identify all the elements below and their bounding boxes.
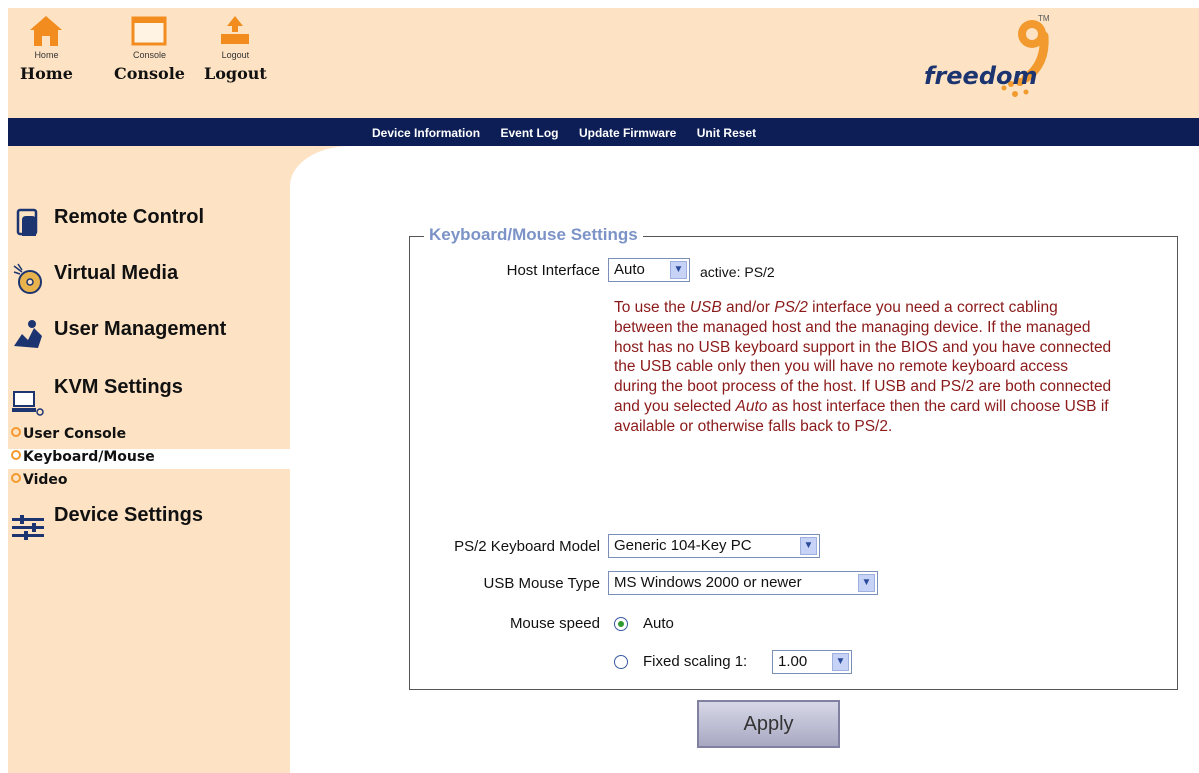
logout-small-label: Logout xyxy=(221,50,250,60)
mouse-speed-label: Mouse speed xyxy=(509,615,600,632)
host-interface-value: Auto xyxy=(614,261,645,278)
sidebar-label-virtual-media: Virtual Media xyxy=(54,262,179,284)
chevron-down-icon: ▼ xyxy=(858,574,875,592)
nav-update-firmware[interactable]: Update Firmware xyxy=(579,126,676,140)
mouse-speed-fixed-radio[interactable] xyxy=(614,655,628,669)
navbar-links: Device Information Event Log Update Firm… xyxy=(372,124,772,142)
logo-wordmark: freedom xyxy=(924,62,1038,90)
sidebar-label-kvm-settings: KVM Settings xyxy=(54,376,183,398)
bullet-icon xyxy=(11,450,21,460)
freedom9-logo: freedom TM xyxy=(918,12,1058,108)
nav-device-information[interactable]: Device Information xyxy=(372,126,480,140)
hand-icon xyxy=(16,208,38,236)
settings-bars-icon xyxy=(12,515,44,540)
sidebar-subitem-label: User Console xyxy=(23,426,127,442)
ps2-keyboard-select[interactable]: Generic 104-Key PC ▼ xyxy=(608,534,820,558)
bullet-icon xyxy=(11,427,21,437)
sidebar-subitem-keyboard-mouse[interactable]: Keyboard/Mouse xyxy=(8,449,290,469)
chevron-down-icon: ▼ xyxy=(800,537,817,555)
users-icon xyxy=(14,320,42,348)
top-navbar: Device Information Event Log Update Firm… xyxy=(8,118,1199,146)
cd-icon xyxy=(13,263,42,294)
mouse-speed-fixed-label: Fixed scaling 1: xyxy=(643,653,748,670)
logout-button[interactable]: Logout Logout xyxy=(204,12,267,83)
sidebar-subitem-label: Video xyxy=(23,472,68,488)
sidebar-curve xyxy=(290,146,410,266)
panel-title: Keyboard/Mouse Settings xyxy=(424,225,643,245)
mouse-speed-fixed-select[interactable]: 1.00 ▼ xyxy=(772,650,852,674)
home-icon xyxy=(30,16,63,46)
usb-mouse-select[interactable]: MS Windows 2000 or newer ▼ xyxy=(608,571,878,595)
ps2-keyboard-value: Generic 104-Key PC xyxy=(614,537,752,554)
console-icon xyxy=(131,16,167,46)
sidebar-subitem-video[interactable]: Video xyxy=(8,472,290,492)
ps2-keyboard-label: PS/2 Keyboard Model xyxy=(454,538,600,555)
chevron-down-icon: ▼ xyxy=(670,261,687,279)
usb-mouse-value: MS Windows 2000 or newer xyxy=(614,574,802,591)
logout-icon xyxy=(221,16,250,44)
logout-label: Logout xyxy=(204,64,267,83)
apply-button[interactable]: Apply xyxy=(697,700,840,748)
home-button[interactable]: Home Home xyxy=(20,12,73,83)
nav-event-log[interactable]: Event Log xyxy=(500,126,558,140)
logo-graphic xyxy=(1001,20,1049,97)
sidebar-label-device-settings: Device Settings xyxy=(54,504,203,526)
logo-trademark: TM xyxy=(1038,14,1050,23)
mouse-speed-auto-radio[interactable] xyxy=(614,617,628,631)
mouse-speed-auto-label: Auto xyxy=(643,615,674,632)
sidebar-label-remote-control: Remote Control xyxy=(54,206,204,228)
host-interface-note: To use the USB and/or PS/2 interface you… xyxy=(614,299,1112,435)
mouse-speed-fixed-value: 1.00 xyxy=(778,653,808,670)
sidebar-label-user-management: User Management xyxy=(54,318,227,340)
home-label: Home xyxy=(20,64,73,83)
sidebar-subitem-user-console[interactable]: User Console xyxy=(8,426,290,446)
host-interface-select[interactable]: Auto ▼ xyxy=(608,258,690,282)
sidebar-subitem-label: Keyboard/Mouse xyxy=(23,449,155,465)
host-interface-label: Host Interface xyxy=(506,262,600,279)
host-interface-active: active: PS/2 xyxy=(700,264,775,280)
chevron-down-icon: ▼ xyxy=(832,653,849,671)
nav-unit-reset[interactable]: Unit Reset xyxy=(697,126,756,140)
console-small-label: Console xyxy=(132,50,166,60)
console-label: Console xyxy=(114,64,185,83)
bullet-icon xyxy=(11,473,21,483)
home-small-label: Home xyxy=(34,50,59,60)
usb-mouse-label: USB Mouse Type xyxy=(483,575,600,592)
console-button[interactable]: Console Console xyxy=(114,12,185,83)
computer-icon xyxy=(12,391,44,416)
